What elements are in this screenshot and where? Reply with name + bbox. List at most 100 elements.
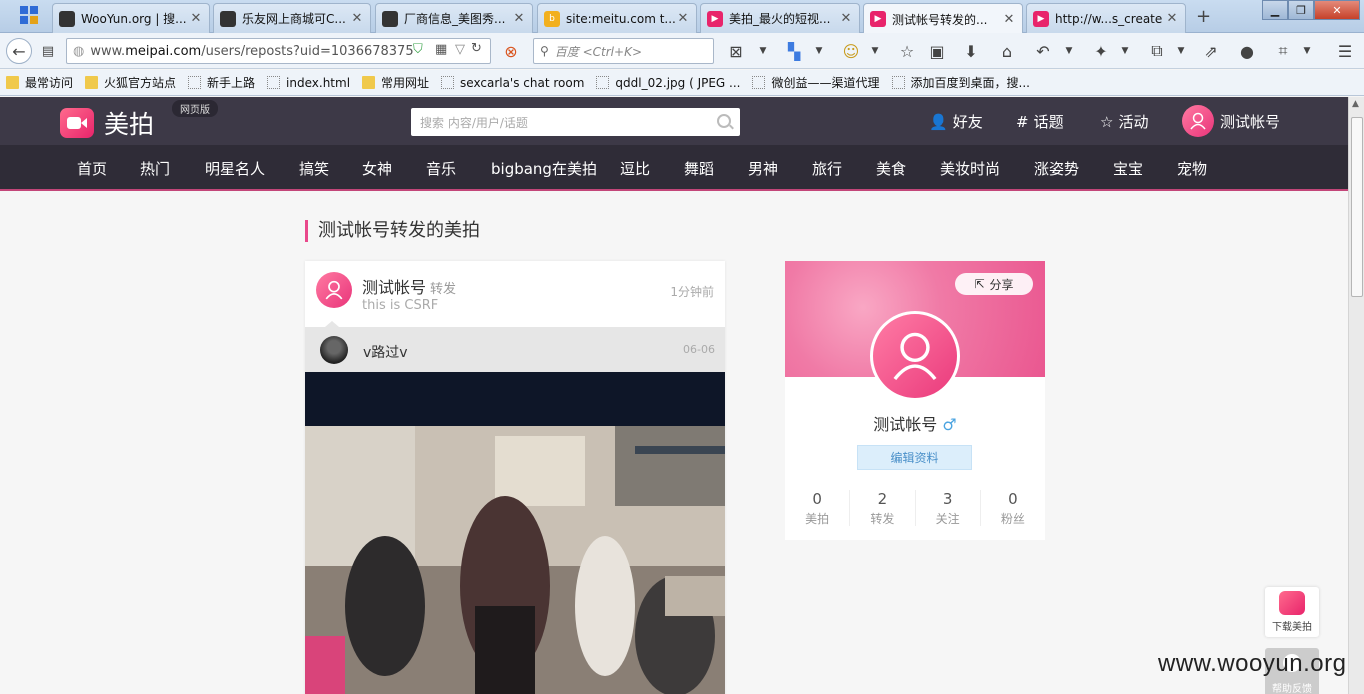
nav-item[interactable]: 女神 [362, 158, 392, 179]
addon-face-icon[interactable]: ☺ [840, 38, 862, 64]
browser-tab-active[interactable]: ▶ 测试帐号转发的... ✕ [863, 3, 1023, 34]
bookmark-item[interactable]: 添加百度到桌面，搜... [891, 74, 1030, 91]
browser-tab[interactable]: 厂商信息_美图秀... ✕ [375, 3, 533, 33]
activities-link[interactable]: ☆ 活动 [1100, 111, 1148, 132]
close-tab-icon[interactable]: ✕ [676, 11, 690, 26]
addon-bird-icon[interactable]: ✦ [1090, 38, 1112, 64]
chevron-down-icon[interactable]: ▼ [1174, 38, 1188, 64]
browser-tab[interactable]: ▶ 美拍_最火的短视... ✕ [700, 3, 860, 33]
apps-grid-icon[interactable]: ▚ [784, 38, 804, 64]
profile-stats: 0 美拍 2 转发 3 关注 0 粉丝 [785, 490, 1045, 526]
browser-tab[interactable]: ▶ http://w...s_create ✕ [1026, 3, 1186, 33]
bookmark-item[interactable]: qddl_02.jpg ( JPEG ... [596, 76, 740, 90]
chevron-down-icon[interactable]: ▼ [1300, 38, 1314, 64]
close-window-icon[interactable]: ✕ [1314, 0, 1360, 20]
stat-followers[interactable]: 0 粉丝 [981, 490, 1045, 526]
share-button[interactable]: ⇱ 分享 [955, 273, 1033, 295]
nav-item[interactable]: 涨姿势 [1034, 158, 1079, 179]
bookmark-label: 常用网址 [381, 76, 430, 90]
reading-list-icon[interactable]: ▣ [926, 38, 948, 64]
nav-item[interactable]: 逗比 [620, 158, 650, 179]
search-icon[interactable] [717, 114, 731, 128]
chevron-down-icon[interactable]: ▼ [756, 38, 770, 64]
url-bar[interactable]: ◍ www. meipai.com/users/reposts?uid=10366… [66, 38, 491, 64]
library-icon[interactable]: ▤ [38, 38, 58, 64]
stat-reposts[interactable]: 2 转发 [850, 490, 916, 526]
bookmark-item[interactable]: 火狐官方站点 [85, 74, 176, 91]
browser-toolbar: ← ▤ ◍ www. meipai.com/users/reposts?uid=1… [0, 33, 1364, 69]
video-player[interactable] [305, 372, 725, 694]
reload-icon[interactable]: ↻ [471, 41, 482, 56]
nav-item[interactable]: 首页 [77, 158, 107, 179]
back-arrow-icon[interactable]: ← [6, 38, 32, 64]
nav-item[interactable]: 美妆时尚 [940, 158, 1000, 179]
download-icon[interactable]: ⬇ [960, 38, 982, 64]
nav-item[interactable]: 明星名人 [205, 158, 265, 179]
nav-item[interactable]: 美食 [876, 158, 906, 179]
download-app-button[interactable]: 下载美拍 [1265, 587, 1319, 637]
avatar[interactable] [316, 272, 352, 308]
bookmark-item[interactable]: sexcarla's chat room [441, 76, 584, 90]
close-tab-icon[interactable]: ✕ [1002, 12, 1016, 27]
new-tab-icon[interactable]: + [1196, 6, 1211, 27]
friends-link[interactable]: 👤 好友 [929, 111, 983, 132]
crop-icon[interactable]: ⌗ [1272, 38, 1294, 64]
nav-item[interactable]: 宠物 [1177, 158, 1207, 179]
home-icon[interactable]: ⌂ [996, 38, 1018, 64]
bookmark-dropdown-icon[interactable]: ▽ [455, 42, 465, 57]
share-page-icon[interactable]: ⇗ [1200, 38, 1222, 64]
firefox-menu-icon[interactable] [20, 6, 40, 26]
nav-item[interactable]: 舞蹈 [684, 158, 714, 179]
original-post-bar[interactable]: v路过v 06-06 [305, 321, 725, 372]
nav-item[interactable]: 热门 [140, 158, 170, 179]
screenshot-icon[interactable]: ⊠ [726, 38, 746, 64]
bookmark-item[interactable]: 最常访问 [6, 74, 73, 91]
nav-item[interactable]: bigbang在美拍 [491, 158, 597, 179]
page-tools-icon[interactable]: ⧉ [1146, 38, 1168, 64]
chevron-down-icon[interactable]: ▼ [812, 38, 826, 64]
nav-item[interactable]: 音乐 [426, 158, 456, 179]
stat-videos[interactable]: 0 美拍 [785, 490, 851, 526]
hamburger-menu-icon[interactable]: ☰ [1334, 38, 1356, 64]
topics-link[interactable]: # 话题 [1016, 111, 1064, 132]
close-tab-icon[interactable]: ✕ [350, 11, 364, 26]
bookmark-item[interactable]: 常用网址 [362, 74, 429, 91]
avatar[interactable] [870, 311, 960, 401]
scrollbar-thumb[interactable] [1351, 117, 1363, 297]
original-user-name[interactable]: v路过v [363, 342, 408, 362]
minimize-window-icon[interactable]: ▁ [1262, 0, 1288, 20]
qr-code-icon[interactable]: ▦ [435, 42, 447, 57]
nav-item[interactable]: 宝宝 [1113, 158, 1143, 179]
addon-basketball-icon[interactable]: ⊗ [500, 38, 522, 64]
bookmark-item[interactable]: 新手上路 [188, 74, 255, 91]
browser-tab[interactable]: 乐友网上商城可C... ✕ [213, 3, 371, 33]
stat-following[interactable]: 3 关注 [916, 490, 981, 526]
page-scrollbar[interactable]: ▲ [1348, 97, 1364, 694]
browser-tab[interactable]: b site:meitu.com t... ✕ [537, 3, 697, 33]
nav-item[interactable]: 搞笑 [299, 158, 329, 179]
chevron-down-icon[interactable]: ▼ [1118, 38, 1132, 64]
browser-search-input[interactable]: ⚲ 百度 <Ctrl+K> [533, 38, 714, 64]
undo-icon[interactable]: ↶ [1032, 38, 1054, 64]
scroll-up-icon[interactable]: ▲ [1352, 99, 1359, 109]
nav-item[interactable]: 男神 [748, 158, 778, 179]
site-logo[interactable]: 美拍 [60, 105, 154, 141]
site-search-input[interactable]: 搜索 内容/用户/话题 [411, 108, 740, 136]
bookmark-item[interactable]: 微创益——渠道代理 [752, 74, 880, 91]
close-tab-icon[interactable]: ✕ [839, 11, 853, 26]
chat-bubble-icon[interactable]: ● [1236, 38, 1258, 64]
close-tab-icon[interactable]: ✕ [1165, 11, 1179, 26]
repost-user-name[interactable]: 测试帐号 [362, 278, 426, 297]
nav-item[interactable]: 旅行 [812, 158, 842, 179]
maximize-window-icon[interactable]: ❐ [1288, 0, 1314, 20]
avatar[interactable] [320, 336, 348, 364]
bookmark-star-icon[interactable]: ☆ [896, 38, 918, 64]
bookmark-item[interactable]: index.html [267, 76, 350, 90]
close-tab-icon[interactable]: ✕ [189, 11, 203, 26]
user-menu[interactable]: 测试帐号 [1182, 105, 1280, 137]
edit-profile-button[interactable]: 编辑资料 [857, 445, 972, 470]
close-tab-icon[interactable]: ✕ [512, 11, 526, 26]
browser-tab[interactable]: WooYun.org | 搜... ✕ [52, 3, 210, 33]
chevron-down-icon[interactable]: ▼ [1062, 38, 1076, 64]
chevron-down-icon[interactable]: ▼ [868, 38, 882, 64]
